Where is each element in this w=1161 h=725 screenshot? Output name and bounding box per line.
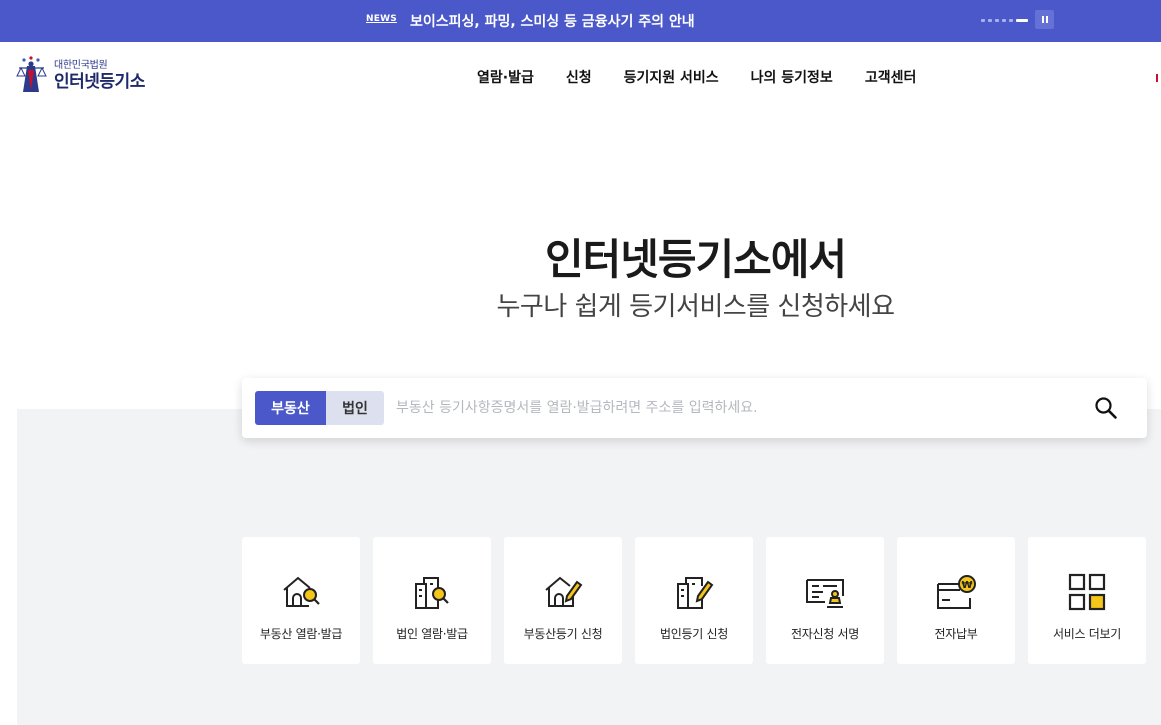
registry-search-box: 부동산 법인 xyxy=(242,378,1147,438)
service-card-e-sign[interactable]: 전자신청 서명 xyxy=(766,537,884,664)
service-card-real-estate-apply[interactable]: 부동산등기 신청 xyxy=(504,537,622,664)
service-card-label: 전자납부 xyxy=(934,627,978,641)
tab-real-estate[interactable]: 부동산 xyxy=(255,391,326,425)
news-tag: NEWS xyxy=(366,14,397,24)
card-won-icon: ₩ xyxy=(937,575,976,609)
service-card-label: 법인 열람·발급 xyxy=(396,627,468,641)
tab-corporation[interactable]: 법인 xyxy=(326,391,384,425)
svg-text:₩: ₩ xyxy=(961,580,972,591)
document-stamp-icon xyxy=(806,579,844,608)
service-card-corp-apply[interactable]: 법인등기 신청 xyxy=(635,537,753,664)
logo-title: 인터넷등기소 xyxy=(54,72,145,92)
pause-icon xyxy=(1041,16,1044,23)
house-search-icon xyxy=(283,576,320,607)
hero-subtitle: 누구나 쉽게 등기서비스를 신청하세요 xyxy=(496,292,895,322)
service-card-label: 법인등기 신청 xyxy=(660,627,728,641)
news-dot[interactable] xyxy=(988,19,992,22)
news-dot[interactable] xyxy=(1002,19,1006,22)
search-icon[interactable] xyxy=(1093,395,1119,421)
service-card-label: 전자신청 서명 xyxy=(791,627,859,641)
service-card-e-payment[interactable]: ₩ 전자납부 xyxy=(897,537,1015,664)
service-card-label: 부동산 열람·발급 xyxy=(259,627,343,641)
nav-item-my-registry[interactable]: 나의 등기정보 xyxy=(751,67,833,87)
building-search-icon xyxy=(415,577,449,609)
house-pen-icon xyxy=(545,576,583,607)
header-edge-marker xyxy=(1156,74,1161,82)
main-nav: 열람·발급 신청 등기지원 서비스 나의 등기정보 고객센터 xyxy=(477,67,916,87)
service-card-corp-view[interactable]: 법인 열람·발급 xyxy=(373,537,491,664)
site-header: 대한민국법원 인터넷등기소 열람·발급 신청 등기지원 서비스 나의 등기정보 … xyxy=(0,42,1161,110)
grid-more-icon xyxy=(1068,573,1106,611)
service-card-label: 서비스 더보기 xyxy=(1053,627,1121,641)
search-type-tabs: 부동산 법인 xyxy=(255,391,384,425)
news-dot[interactable] xyxy=(995,19,999,22)
news-pause-button[interactable] xyxy=(1035,10,1054,29)
news-dot[interactable] xyxy=(981,19,985,22)
service-card-more[interactable]: 서비스 더보기 xyxy=(1028,537,1146,664)
nav-item-support-services[interactable]: 등기지원 서비스 xyxy=(624,67,719,87)
hero-title: 인터넷등기소에서 xyxy=(544,235,847,284)
news-pagination xyxy=(981,19,1028,22)
court-emblem-icon xyxy=(16,56,47,92)
site-logo[interactable]: 대한민국법원 인터넷등기소 xyxy=(14,54,145,98)
news-dot-active[interactable] xyxy=(1016,19,1028,22)
nav-item-apply[interactable]: 신청 xyxy=(566,67,592,87)
service-card-real-estate-view[interactable]: 부동산 열람·발급 xyxy=(242,537,360,664)
news-headline-link[interactable]: 보이스피싱, 파밍, 스미싱 등 금융사기 주의 안내 xyxy=(410,11,695,31)
service-card-label: 부동산등기 신청 xyxy=(523,627,603,641)
service-card-list: 부동산 열람·발급 법인 열람·발급 부동산등기 신청 법인등기 신청 전자신청… xyxy=(242,537,1146,664)
nav-item-customer-center[interactable]: 고객센터 xyxy=(865,67,917,87)
nav-item-view-issue[interactable]: 열람·발급 xyxy=(477,67,534,87)
logo-subtitle: 대한민국법원 xyxy=(54,60,108,71)
building-pen-icon xyxy=(677,577,714,609)
news-dot[interactable] xyxy=(1009,19,1013,22)
news-bar: NEWS 보이스피싱, 파밍, 스미싱 등 금융사기 주의 안내 xyxy=(0,0,1161,42)
address-search-input[interactable] xyxy=(396,396,1086,420)
